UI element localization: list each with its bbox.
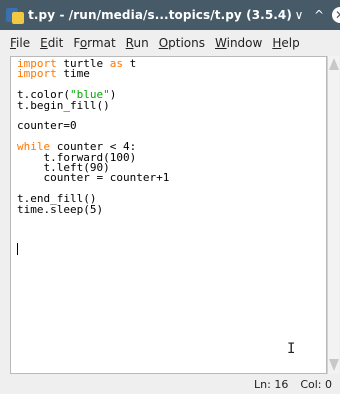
status-bar: Ln: 16 Col: 0 <box>0 374 340 394</box>
scroll-up-arrow-icon[interactable] <box>329 58 339 70</box>
title-bar[interactable]: ✱ t.py - /run/media/s...topics/t.py (3.5… <box>0 0 340 30</box>
window-title: t.py - /run/media/s...topics/t.py (3.5.4… <box>28 8 292 22</box>
code-line: t.begin_fill() <box>17 98 110 112</box>
menu-format[interactable]: Format <box>73 36 115 50</box>
status-line: Ln: 16 <box>254 377 289 391</box>
menu-run[interactable]: Run <box>126 36 149 50</box>
code-editor[interactable]: import turtle as t import time t.color("b… <box>10 56 327 374</box>
minimize-button[interactable]: ∨ <box>292 8 306 22</box>
menu-window[interactable]: Window <box>215 36 262 50</box>
code-line: counter = counter+1 <box>43 171 170 185</box>
ibeam-cursor-icon: I <box>287 341 296 357</box>
code-text[interactable]: import turtle as t import time t.color("b… <box>17 58 170 226</box>
scroll-down-arrow-icon[interactable] <box>329 359 339 371</box>
menu-bar: File Edit Format Run Options Window Help <box>0 30 340 56</box>
menu-edit[interactable]: Edit <box>40 36 63 50</box>
code-line: import time <box>17 67 90 81</box>
menu-help[interactable]: Help <box>272 36 299 50</box>
code-line: time.sleep(5) <box>17 202 104 216</box>
menu-options[interactable]: Options <box>159 36 205 50</box>
code-line: counter=0 <box>17 119 77 133</box>
menu-file[interactable]: File <box>10 36 30 50</box>
close-button[interactable]: ✕ <box>331 7 340 23</box>
idle-editor-window: ✱ t.py - /run/media/s...topics/t.py (3.5… <box>0 0 340 394</box>
window-controls: ∨ ^ ✕ <box>292 7 340 23</box>
text-cursor <box>17 243 18 255</box>
status-column: Col: 0 <box>300 377 332 391</box>
vertical-scrollbar[interactable] <box>327 56 339 374</box>
maximize-button[interactable]: ^ <box>312 8 326 22</box>
